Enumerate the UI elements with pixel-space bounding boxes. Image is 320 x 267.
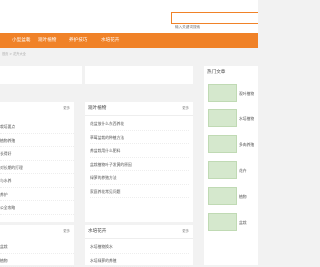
list-item[interactable]: 花盆放什么东西养花 <box>90 117 189 131</box>
hot-article-label[interactable]: 花卉 <box>239 168 247 174</box>
search-input[interactable] <box>172 22 258 32</box>
nav-item-foliage[interactable]: 观叶植物 <box>38 33 56 48</box>
list-item[interactable]: 与水养 <box>0 174 74 188</box>
article-thumbnail[interactable] <box>208 187 237 205</box>
middle-card-foliage: 观叶植物 更多 花盆放什么东西养花 草莓盆栽的种植方法 养盆栽用什么肥料 盆栽植… <box>85 102 193 222</box>
list-item[interactable]: 水培植物换水 <box>90 240 189 254</box>
middle-card-hydroponic: 水培花卉 更多 水培植物换水 水培绿萝的养殖 <box>85 225 193 265</box>
left-middle-list: 栽培要点 植物养殖 长得好 对长期的打理 与水养 养护 公全攻略 <box>0 120 74 215</box>
list-item[interactable]: 养护 <box>0 188 74 202</box>
nav-item-small-potted[interactable]: 小型盆栽 <box>12 33 30 48</box>
more-link[interactable]: 更多 <box>63 225 70 238</box>
left-card-bottom: 更多 盆栽 植物 <box>0 225 74 265</box>
article-thumbnail[interactable] <box>208 213 237 231</box>
nav-item-care-tips[interactable]: 养护技巧 <box>69 33 87 48</box>
hot-articles: 热门文章 观叶植物 水培植物 多肉养殖 花卉 植物 盆栽 <box>204 66 258 265</box>
list-item[interactable]: 养盆栽用什么肥料 <box>90 144 189 158</box>
card-title: 观叶植物 <box>85 102 193 116</box>
left-card-top-blank <box>0 66 82 84</box>
breadcrumb: 首页 > 花卉大全 <box>2 51 26 56</box>
card-title: 水培花卉 <box>85 225 193 239</box>
list-item[interactable]: 对长期的打理 <box>0 161 74 175</box>
hot-article-item[interactable]: 植物 <box>208 187 258 207</box>
list-item[interactable]: 家庭养花常见问题 <box>90 185 189 199</box>
hot-article-item[interactable]: 花卉 <box>208 161 258 181</box>
list-item[interactable]: 草莓盆栽的种植方法 <box>90 131 189 145</box>
article-thumbnail[interactable] <box>208 135 237 153</box>
list-item[interactable]: 栽培要点 <box>0 120 74 134</box>
list-item[interactable]: 绿萝的养殖方法 <box>90 171 189 185</box>
hot-article-label[interactable]: 水培植物 <box>239 116 254 122</box>
hot-article-label[interactable]: 盆栽 <box>239 220 247 226</box>
hot-articles-title: 热门文章 <box>204 66 258 79</box>
article-thumbnail[interactable] <box>208 109 237 127</box>
hot-article-item[interactable]: 水培植物 <box>208 109 258 129</box>
article-thumbnail[interactable] <box>208 161 237 179</box>
list-item[interactable]: 盆栽植物叶子发黄的原因 <box>90 158 189 172</box>
hydroponic-list: 水培植物换水 水培绿萝的养殖 <box>90 240 189 267</box>
more-link[interactable]: 更多 <box>182 225 189 238</box>
middle-card-top-blank <box>85 66 193 84</box>
hot-article-item[interactable]: 观叶植物 <box>208 84 258 104</box>
hot-article-item[interactable]: 盆栽 <box>208 213 258 233</box>
list-item[interactable]: 盆栽 <box>0 240 74 254</box>
list-item[interactable]: 植物养殖 <box>0 134 74 148</box>
more-link[interactable]: 更多 <box>182 102 189 115</box>
list-item[interactable]: 公全攻略 <box>0 201 74 215</box>
top-header <box>0 0 258 33</box>
list-item[interactable]: 长得好 <box>0 147 74 161</box>
article-thumbnail[interactable] <box>208 84 237 102</box>
nav-item-hydroponic[interactable]: 水培花卉 <box>101 33 119 48</box>
hot-article-label[interactable]: 多肉养殖 <box>239 142 254 148</box>
left-card-middle: 更多 栽培要点 植物养殖 长得好 对长期的打理 与水养 养护 公全攻略 <box>0 102 74 222</box>
left-bottom-list: 盆栽 植物 <box>0 240 74 267</box>
hot-article-label[interactable]: 观叶植物 <box>239 91 254 97</box>
foliage-list: 花盆放什么东西养花 草莓盆栽的种植方法 养盆栽用什么肥料 盆栽植物叶子发黄的原因… <box>90 117 189 198</box>
more-link[interactable]: 更多 <box>63 102 70 115</box>
search-box[interactable] <box>171 12 258 24</box>
hot-article-label[interactable]: 植物 <box>239 194 247 200</box>
main-nav: 小型盆栽 观叶植物 养护技巧 水培花卉 <box>0 33 258 48</box>
hot-article-item[interactable]: 多肉养殖 <box>208 135 258 155</box>
